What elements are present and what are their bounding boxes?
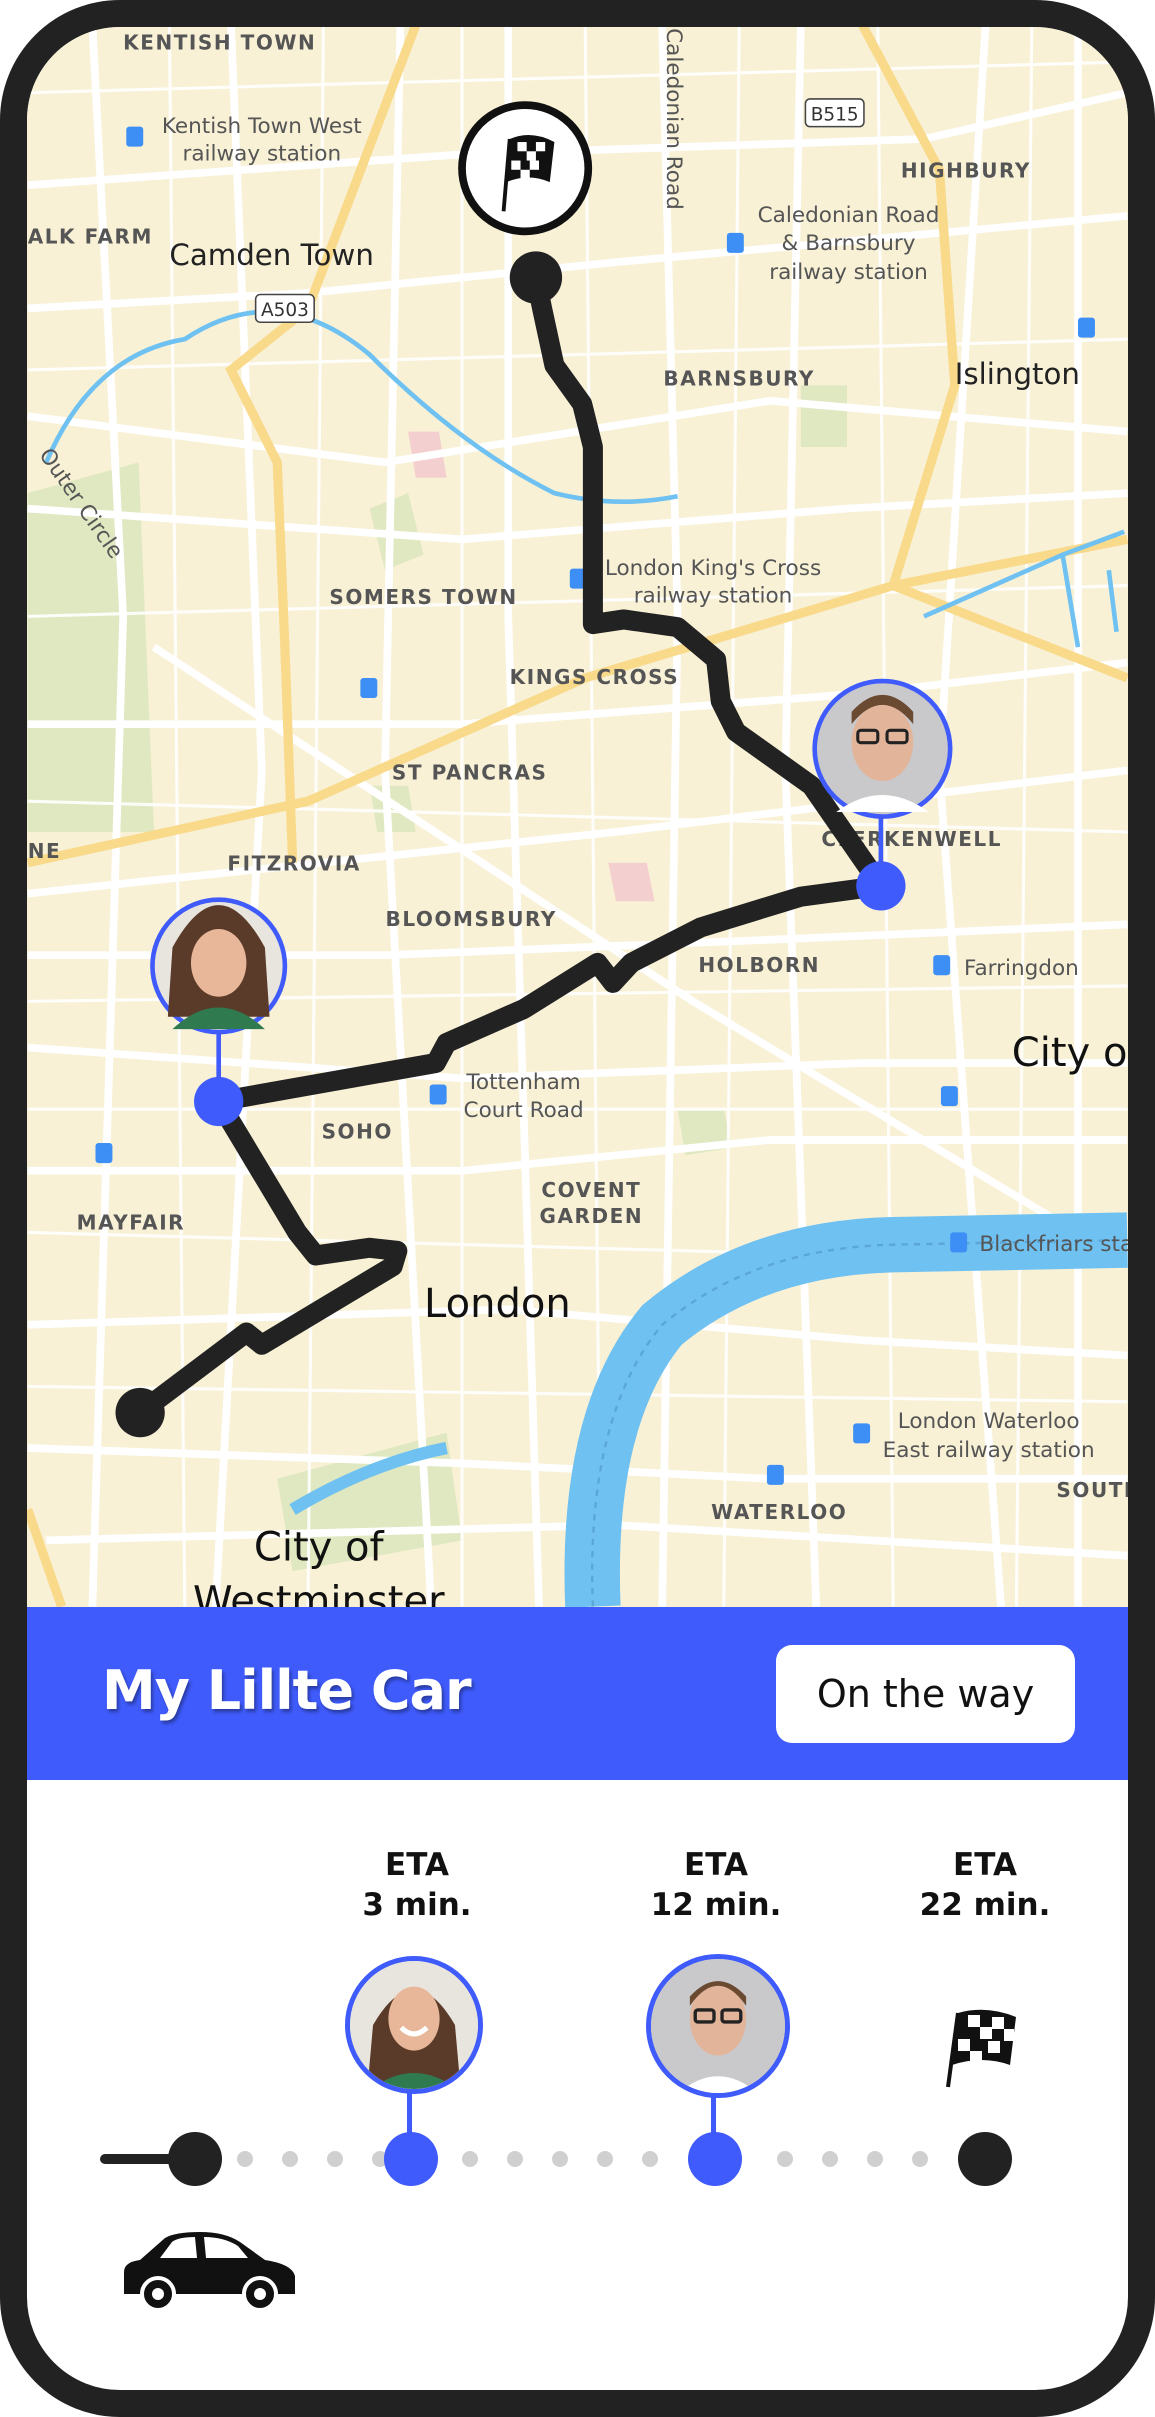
eta-stop-2: ETA 12 min.: [616, 1845, 816, 1925]
map-label: BLOOMSBURY: [386, 907, 557, 931]
trip-header: My Lillte Car On the way: [27, 1607, 1128, 1780]
road-badge: B515: [811, 104, 859, 125]
map-label: Court Road: [464, 1098, 584, 1123]
map-label: FITZROVIA: [227, 851, 360, 875]
status-button[interactable]: On the way: [776, 1645, 1075, 1743]
map-label: ALK FARM: [28, 225, 153, 249]
map-label: SOMERS TOWN: [329, 585, 517, 609]
phone-frame: KENTISH TOWN HIGHBURY ALK FARM BARNSBURY…: [0, 0, 1155, 2417]
road-badge: A503: [261, 300, 309, 321]
track-dot: [867, 2151, 883, 2167]
map-label: WATERLOO: [711, 1500, 847, 1524]
track-dot: [237, 2151, 253, 2167]
track-dot: [642, 2151, 658, 2167]
destination-marker[interactable]: [458, 101, 593, 236]
map-label: Camden Town: [169, 238, 374, 272]
checkered-flag-icon: [944, 2009, 1020, 2093]
car-position-marker[interactable]: [115, 1387, 165, 1438]
stop-2-marker[interactable]: [688, 2132, 742, 2186]
map-label: Caledonian Road: [661, 28, 686, 210]
passenger-avatar-female[interactable]: [150, 897, 288, 1035]
map-label: railway station: [182, 142, 341, 167]
eta-value: 12 min.: [650, 1887, 782, 1923]
eta-stop-1: ETA 3 min.: [317, 1845, 517, 1925]
map-label: SOHO: [322, 1119, 393, 1143]
destination-point: [509, 251, 563, 304]
car-icon: [120, 2232, 300, 2316]
pickup-point-2[interactable]: [856, 861, 906, 911]
map-label: London Waterloo: [898, 1409, 1080, 1434]
map-label: Kentish Town West: [162, 114, 362, 139]
map-view[interactable]: KENTISH TOWN HIGHBURY ALK FARM BARNSBURY…: [27, 27, 1128, 1609]
track-dot: [327, 2151, 343, 2167]
map-label: Caledonian Road: [758, 203, 940, 228]
eta-value: 22 min.: [919, 1887, 1051, 1923]
track-dot: [597, 2151, 613, 2167]
map-label: BARNSBURY: [663, 366, 815, 390]
eta-value: 3 min.: [362, 1887, 472, 1923]
car-progress-marker[interactable]: [168, 2132, 222, 2186]
map-label: HIGHBURY: [901, 158, 1031, 182]
map-label: City o: [1012, 1030, 1128, 1076]
map-label: SOUTH: [1056, 1478, 1128, 1502]
passenger-avatar-male[interactable]: [812, 678, 953, 819]
map-canvas: KENTISH TOWN HIGHBURY ALK FARM BARNSBURY…: [27, 27, 1128, 1609]
track-dot: [462, 2151, 478, 2167]
timeline-avatar-female[interactable]: [345, 1956, 483, 2094]
eta-label: ETA: [684, 1847, 748, 1883]
destination-marker-timeline[interactable]: [958, 2132, 1012, 2186]
map-label: MAYFAIR: [77, 1210, 186, 1234]
map-label: Westminster: [193, 1578, 445, 1609]
track-dot: [912, 2151, 928, 2167]
trip-title: My Lillte Car: [102, 1659, 472, 1722]
map-label: East railway station: [883, 1438, 1095, 1463]
track-dot: [552, 2151, 568, 2167]
map-label: Tottenham: [465, 1070, 580, 1095]
map-label: Islington: [955, 357, 1080, 391]
map-label: ST PANCRAS: [392, 761, 548, 785]
map-label: GARDEN: [540, 1204, 644, 1228]
map-label: City of: [254, 1524, 385, 1570]
map-label: HOLBORN: [698, 953, 820, 977]
map-label: NE: [28, 839, 62, 863]
eta-stop-3: ETA 22 min.: [885, 1845, 1085, 1925]
eta-label: ETA: [953, 1847, 1017, 1883]
stop-1-marker[interactable]: [384, 2132, 438, 2186]
eta-label: ETA: [385, 1847, 449, 1883]
map-label: London King's Cross: [605, 556, 821, 581]
timeline-avatar-male[interactable]: [646, 1954, 790, 2098]
map-label: railway station: [634, 584, 793, 609]
track-dot: [507, 2151, 523, 2167]
map-label: Blackfriars sta: [979, 1232, 1128, 1257]
map-label: London: [424, 1281, 571, 1327]
track-dot: [777, 2151, 793, 2167]
map-label: railway station: [769, 260, 928, 285]
map-label: & Barnsbury: [782, 231, 916, 256]
track-dot: [282, 2151, 298, 2167]
map-label: KENTISH TOWN: [123, 31, 316, 55]
map-label: KINGS CROSS: [510, 665, 680, 689]
map-label: COVENT: [541, 1178, 641, 1202]
map-label: Farringdon: [964, 956, 1079, 981]
track-dot: [822, 2151, 838, 2167]
pickup-point-1[interactable]: [194, 1076, 244, 1127]
